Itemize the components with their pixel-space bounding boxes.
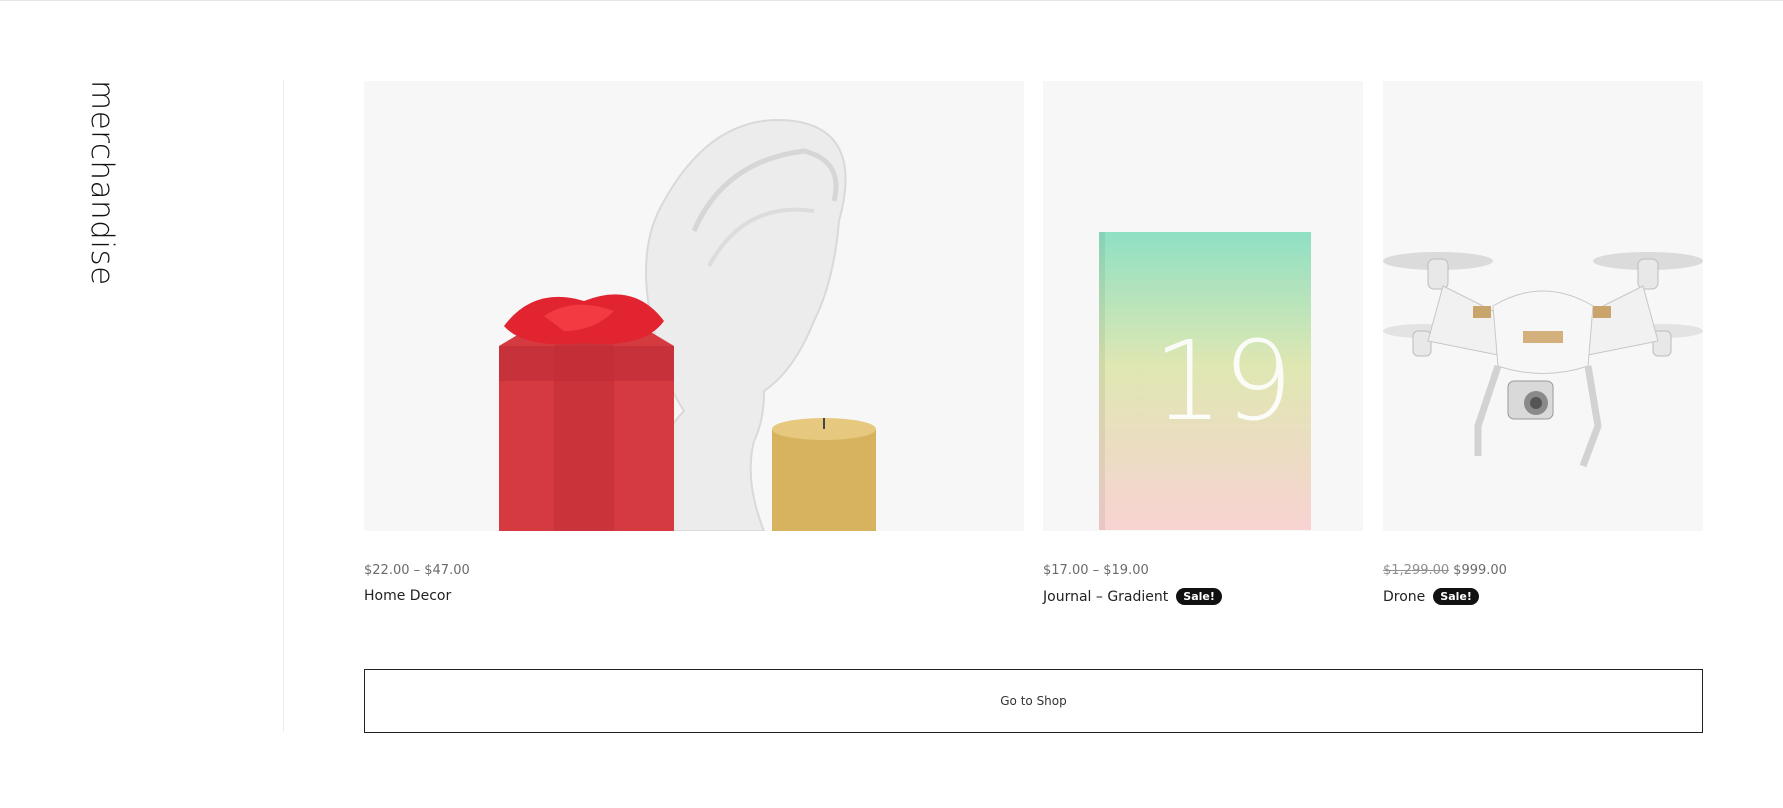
product-price: $17.00 – $19.00	[1043, 561, 1363, 579]
product-name-row: Journal – Gradient Sale!	[1043, 588, 1363, 605]
journal-cover-number: 19	[1153, 317, 1293, 445]
product-card-home-decor[interactable]: $22.00 – $47.00 Home Decor	[364, 81, 1024, 604]
product-card-journal[interactable]: 19 $17.00 – $19.00 Journal – Gradient Sa…	[1043, 81, 1363, 605]
product-name-link[interactable]: Home Decor	[364, 588, 451, 604]
sale-badge: Sale!	[1176, 588, 1222, 605]
vertical-divider	[283, 80, 284, 732]
product-name-link[interactable]: Drone	[1383, 589, 1425, 605]
price-current: $17.00 – $19.00	[1043, 562, 1149, 578]
product-name-row: Home Decor	[364, 588, 1024, 604]
product-price: $22.00 – $47.00	[364, 561, 1024, 579]
product-name-link[interactable]: Journal – Gradient	[1043, 589, 1168, 605]
journal-illustration: 19	[1099, 232, 1311, 530]
product-image-journal[interactable]: 19	[1043, 81, 1363, 531]
drone-illustration	[1383, 252, 1703, 468]
home-decor-illustration	[499, 119, 876, 531]
product-card-drone[interactable]: $1,299.00 $999.00 Drone Sale!	[1383, 81, 1703, 605]
product-name-row: Drone Sale!	[1383, 588, 1703, 605]
product-price: $1,299.00 $999.00	[1383, 561, 1703, 579]
product-image-drone[interactable]	[1383, 81, 1703, 531]
sale-badge: Sale!	[1433, 588, 1479, 605]
price-original: $1,299.00	[1383, 562, 1450, 578]
go-to-shop-button[interactable]: Go to Shop	[364, 669, 1703, 733]
top-border	[0, 0, 1783, 1]
product-image-home-decor[interactable]	[364, 81, 1024, 531]
section-title: merchandise	[84, 80, 120, 286]
price-current: $999.00	[1453, 562, 1507, 578]
price-current: $22.00 – $47.00	[364, 562, 470, 578]
